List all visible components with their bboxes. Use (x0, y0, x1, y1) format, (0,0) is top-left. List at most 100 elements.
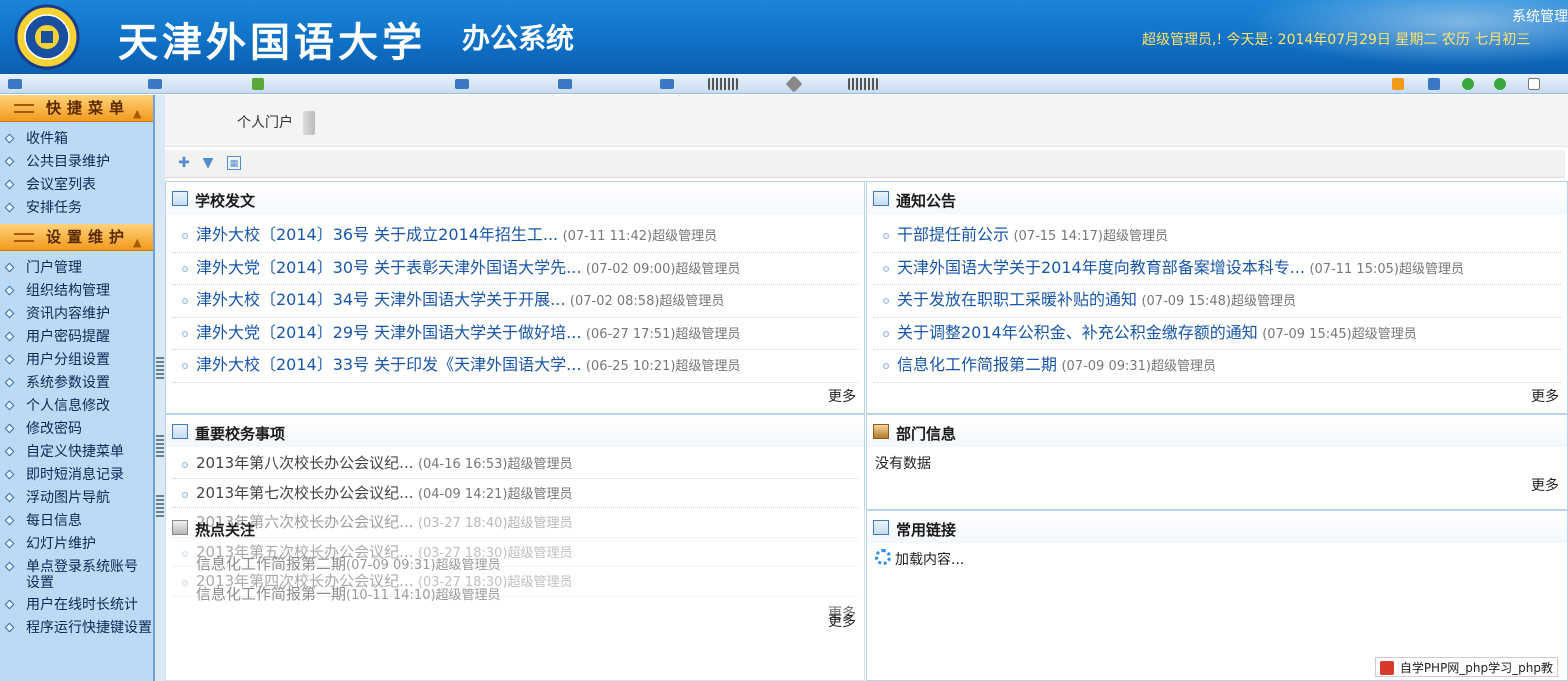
panel-window-icon (172, 191, 188, 206)
panel-title: 常用链接 (896, 521, 957, 539)
header: 天津外国语大学 办公系统 系统管理 超级管理员,! 今天是: 2014年07月2… (0, 0, 1568, 74)
panel-header: 重要校务事项 (166, 415, 864, 447)
sidebar-section-quick-menu[interactable]: 快捷菜单 ▲ (0, 95, 153, 122)
sidebar-item-org-structure[interactable]: 组织结构管理 (0, 280, 153, 303)
list-item[interactable]: 津外大党〔2014〕30号 关于表彰天津外国语大学先... (07-02 09:… (172, 253, 858, 285)
bullet-icon (182, 330, 188, 337)
university-name: 天津外国语大学 (118, 19, 426, 66)
add-icon[interactable]: ✚ (177, 156, 191, 170)
list-item[interactable]: 信息化工作简报第一期(10-11 14:10)超级管理员 (196, 583, 501, 604)
sidebar-item-slideshow[interactable]: 幻灯片维护 (0, 533, 153, 556)
notice-list: 干部提任前公示 (07-15 14:17)超级管理员 天津外国语大学关于2014… (867, 214, 1567, 383)
sidebar-item-public-directory[interactable]: 公共目录维护 (0, 151, 153, 174)
toolbar-window-icon[interactable] (1428, 78, 1440, 90)
tab-personal-portal[interactable]: 个人门户 (229, 111, 301, 135)
sidebar-item-content-maintenance[interactable]: 资讯内容维护 (0, 303, 153, 326)
menu-lines-icon (14, 233, 34, 242)
system-admin-link[interactable]: 系统管理 (1512, 6, 1568, 26)
sidebar-item-sso-accounts[interactable]: 单点登录系统账号设置 (0, 556, 153, 594)
sidebar-item-personal-info[interactable]: 个人信息修改 (0, 395, 153, 418)
bullet-icon (883, 330, 889, 337)
panel-title: 通知公告 (896, 192, 957, 210)
greeting-text: 超级管理员,! 今天是: 2014年07月29日 星期二 农历 七月初三 (1142, 32, 1531, 48)
list-item[interactable]: 干部提任前公示 (07-15 14:17)超级管理员 (873, 220, 1561, 253)
panel-title: 重要校务事项 (195, 425, 286, 443)
tab-edge-handle (303, 111, 315, 135)
portal-toolbar: ✚ ▼ ▦ (165, 150, 1565, 178)
toolbar-meeting-icon[interactable] (558, 79, 572, 89)
panel-title: 热点关注 (195, 521, 256, 539)
sidebar-item-inbox[interactable]: 收件箱 (0, 128, 153, 151)
more-link[interactable]: 更多 (828, 386, 856, 406)
system-name: 办公系统 (462, 22, 575, 55)
toolbar-home-icon[interactable] (8, 79, 22, 89)
more-link[interactable]: 更多 (1531, 386, 1559, 406)
toolbar-file-icon[interactable] (252, 78, 264, 90)
diamond-bullet-icon (4, 538, 15, 549)
toolbar-grip-icon-2 (848, 78, 878, 90)
toolbar-mail-icon[interactable] (660, 79, 674, 89)
list-item[interactable]: 津外大校〔2014〕33号 关于印发《天津外国语大学... (06-25 10:… (172, 350, 858, 383)
list-item[interactable]: 津外大校〔2014〕36号 关于成立2014年招生工... (07-11 11:… (172, 220, 858, 253)
list-item[interactable]: 津外大党〔2014〕29号 天津外国语大学关于做好培... (06-27 17:… (172, 318, 858, 350)
sidebar-item-instant-messages[interactable]: 即时短消息记录 (0, 464, 153, 487)
sidebar-splitter[interactable] (155, 95, 165, 681)
list-item[interactable]: 信息化工作简报第二期 (07-09 09:31)超级管理员 (873, 350, 1561, 383)
panel-title: 部门信息 (896, 425, 957, 443)
diamond-bullet-icon (4, 354, 15, 365)
sidebar-section-title: 设置维护 (46, 228, 131, 246)
sidebar-item-meeting-rooms[interactable]: 会议室列表 (0, 174, 153, 197)
more-link[interactable]: 更多 (1531, 475, 1559, 495)
panel-common-links: 常用链接 加载内容... (866, 510, 1568, 681)
bullet-icon (182, 265, 188, 272)
panel-window-icon (873, 191, 889, 206)
sidebar-item-change-password[interactable]: 修改密码 (0, 418, 153, 441)
more-link[interactable]: 更多 (828, 611, 856, 631)
toolbar-task-icon[interactable] (148, 79, 162, 89)
toolbar-refresh-icon[interactable] (1462, 78, 1474, 90)
panel-box-icon (172, 520, 188, 535)
toolbar-doc-icon[interactable] (1528, 78, 1540, 90)
sidebar-item-daily-info[interactable]: 每日信息 (0, 510, 153, 533)
bullet-icon (182, 462, 188, 468)
list-item[interactable]: 2013年第八次校长办公会议纪... (04-16 16:53)超级管理员 (172, 449, 858, 479)
list-item[interactable]: 天津外国语大学关于2014年度向教育部备案增设本科专... (07-11 15:… (873, 253, 1561, 285)
diamond-bullet-icon (4, 492, 15, 503)
sidebar-item-user-groups[interactable]: 用户分组设置 (0, 349, 153, 372)
diamond-bullet-icon (4, 262, 15, 273)
list-item[interactable]: 关于发放在职职工采暖补贴的通知 (07-09 15:48)超级管理员 (873, 285, 1561, 318)
settings-menu-list: 门户管理 组织结构管理 资讯内容维护 用户密码提醒 用户分组设置 系统参数设置 … (0, 251, 153, 644)
splitter-grip-icon[interactable] (156, 495, 164, 517)
quick-menu-list: 收件箱 公共目录维护 会议室列表 安排任务 (0, 122, 153, 224)
bullet-icon (182, 363, 188, 369)
sidebar-item-password-reminder[interactable]: 用户密码提醒 (0, 326, 153, 349)
splitter-grip-icon[interactable] (156, 435, 164, 457)
list-item[interactable]: 2013年第七次校长办公会议纪... (04-09 14:21)超级管理员 (172, 479, 858, 508)
diamond-bullet-icon (4, 156, 15, 167)
sidebar-section-settings[interactable]: 设置维护 ▲ (0, 224, 153, 251)
list-item[interactable]: 津外大校〔2014〕34号 天津外国语大学关于开展... (07-02 08:5… (172, 285, 858, 318)
diamond-bullet-icon (4, 285, 15, 296)
toolbar-diamond-icon (785, 75, 803, 93)
toolbar-help-icon[interactable] (1494, 78, 1506, 90)
sidebar-item-assign-task[interactable]: 安排任务 (0, 197, 153, 220)
dropdown-arrow-icon[interactable]: ▼ (201, 156, 215, 170)
sidebar-item-custom-quick-menu[interactable]: 自定义快捷菜单 (0, 441, 153, 464)
splitter-grip-icon[interactable] (156, 357, 164, 379)
sidebar-item-shortcut-keys[interactable]: 程序运行快捷键设置 (0, 617, 153, 640)
toolbar-message-icon[interactable] (455, 79, 469, 89)
panel-department-info: 部门信息 没有数据 更多 (866, 414, 1568, 510)
panel-archive-icon (873, 424, 889, 439)
sidebar-item-portal-management[interactable]: 门户管理 (0, 257, 153, 280)
sidebar-item-online-duration[interactable]: 用户在线时长统计 (0, 594, 153, 617)
layout-icon[interactable]: ▦ (227, 156, 241, 170)
list-item[interactable]: 信息化工作简报第二期(07-09 09:31)超级管理员 (196, 553, 501, 574)
diamond-bullet-icon (4, 179, 15, 190)
diamond-bullet-icon (4, 446, 15, 457)
list-item[interactable]: 关于调整2014年公积金、补充公积金缴存额的通知 (07-09 15:45)超级… (873, 318, 1561, 350)
toolbar-star-icon[interactable] (1392, 78, 1404, 90)
sidebar-item-system-params[interactable]: 系统参数设置 (0, 372, 153, 395)
sidebar-item-floating-image-nav[interactable]: 浮动图片导航 (0, 487, 153, 510)
empty-state-text: 没有数据 (875, 456, 931, 472)
panel-window-icon (172, 424, 188, 439)
